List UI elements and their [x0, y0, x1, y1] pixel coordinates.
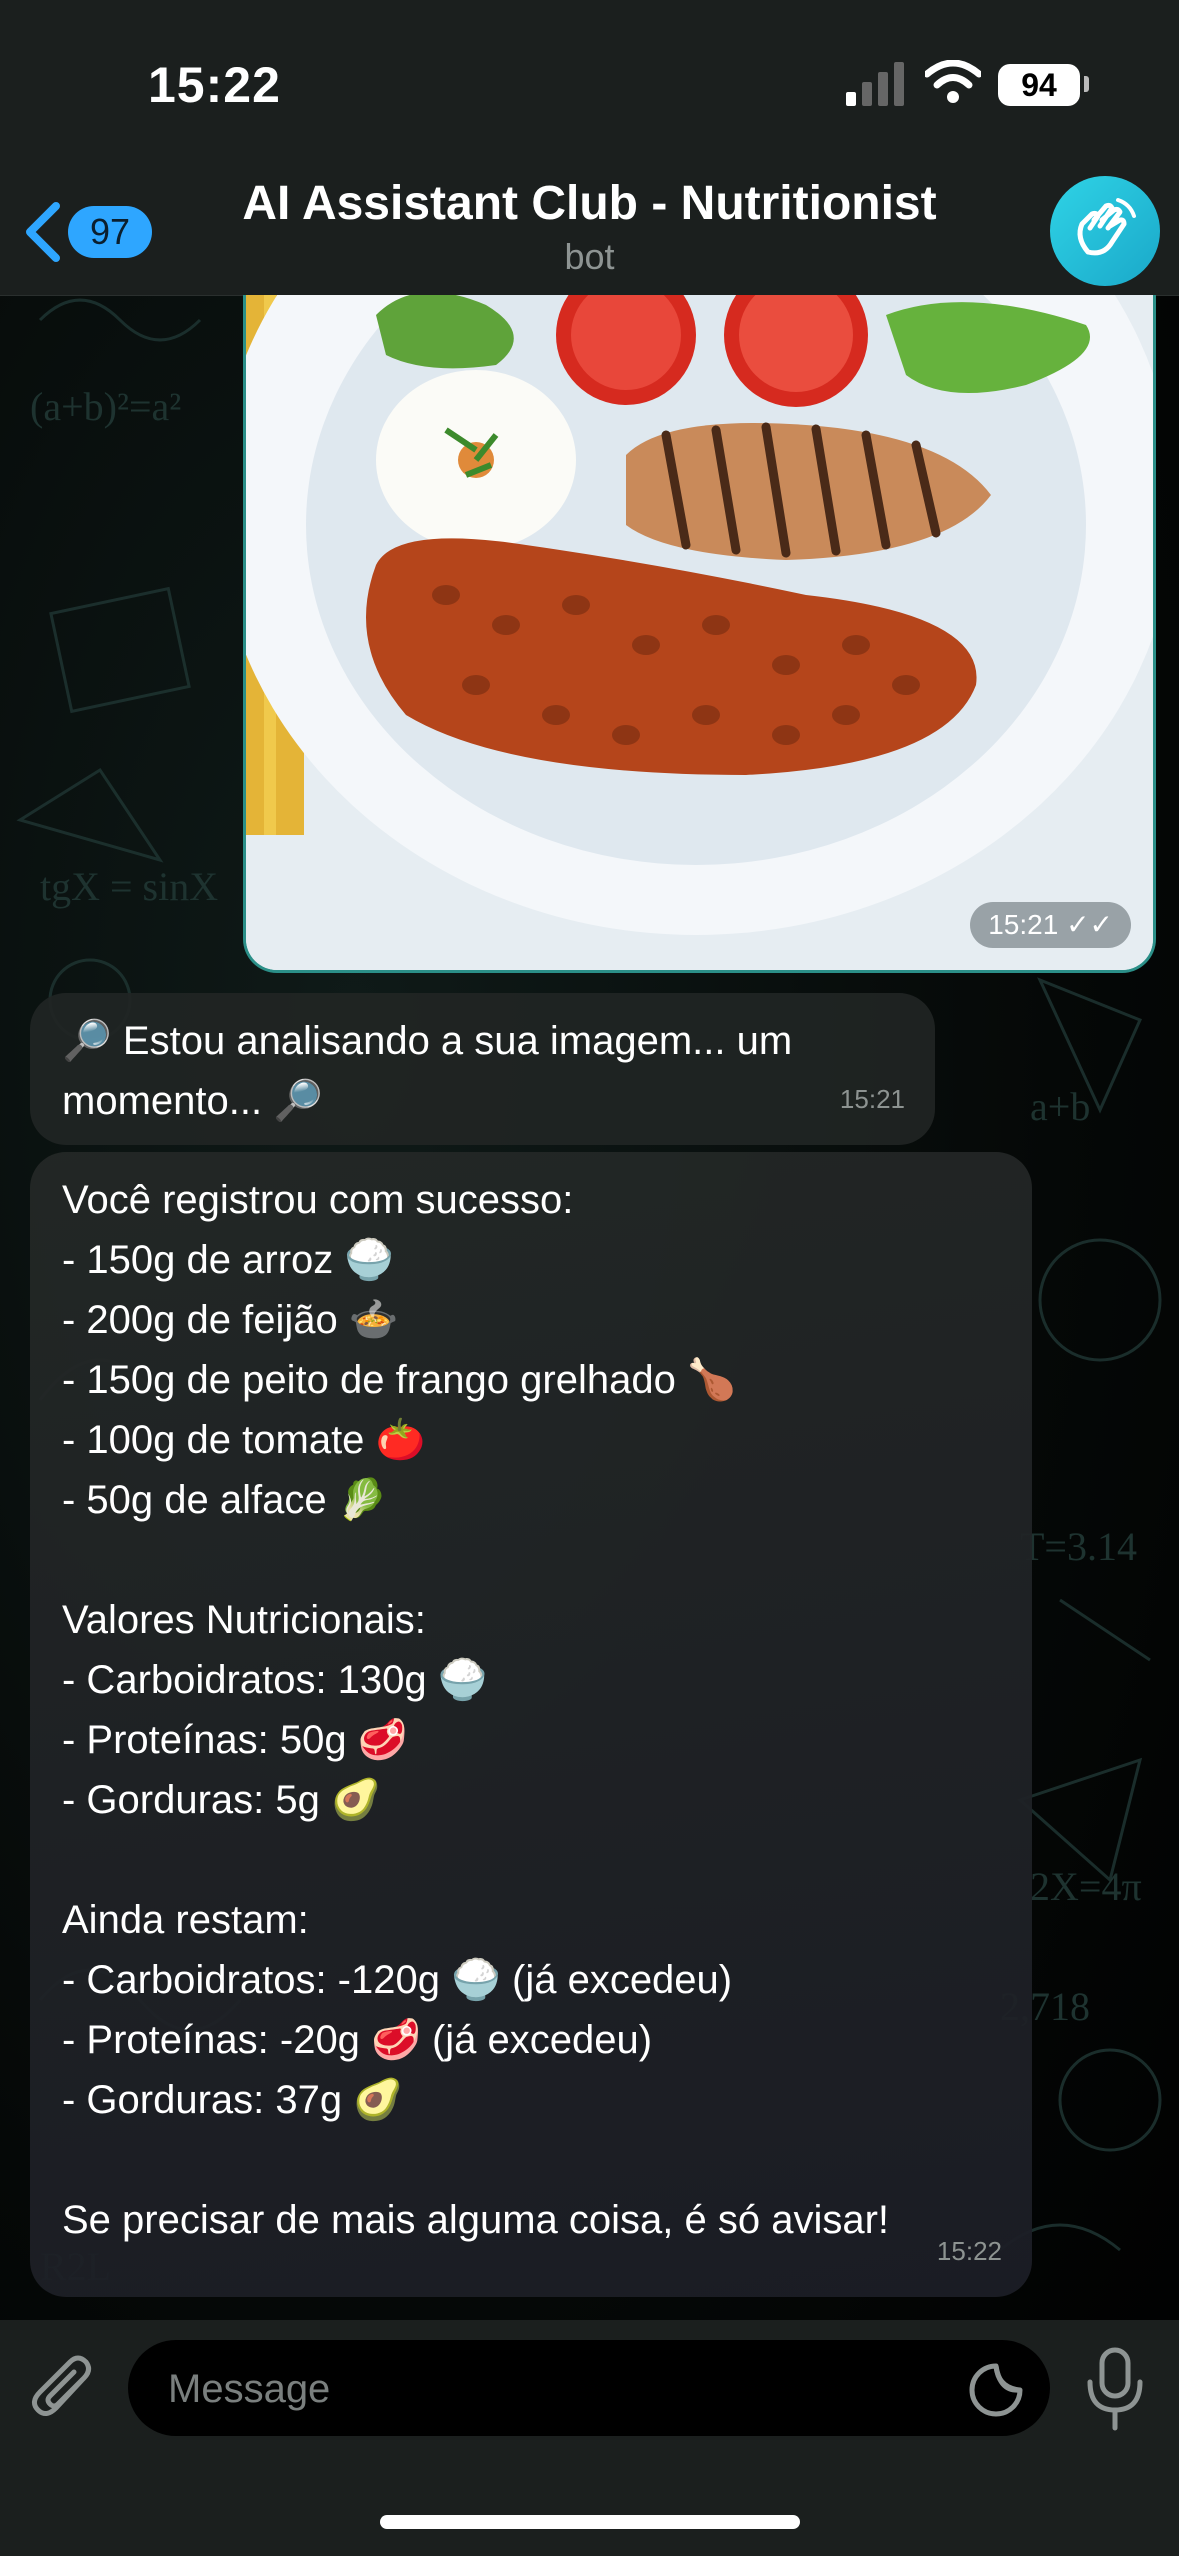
read-checks-icon: ✓✓: [1066, 909, 1113, 940]
paperclip-icon[interactable]: [30, 2350, 98, 2430]
waving-hand-icon: [1077, 198, 1136, 256]
svg-text:a+b: a+b: [1030, 1084, 1090, 1129]
bot-message-analyzing[interactable]: 🔎 Estou analisando a sua imagem... um mo…: [30, 993, 935, 1145]
message-text: 🔎 Estou analisando a sua imagem... um mo…: [62, 1019, 793, 1123]
status-time: 15:22: [148, 57, 281, 113]
home-indicator[interactable]: [380, 2515, 800, 2529]
message-field[interactable]: [128, 2340, 1050, 2438]
bot-avatar[interactable]: [1050, 176, 1160, 286]
wifi-icon: [925, 60, 981, 103]
svg-text:tgX = sinX: tgX = sinX: [40, 864, 218, 909]
bot-message-summary[interactable]: Você registrou com sucesso: - 150g de ar…: [30, 1152, 1032, 2297]
status-bar: 15:22 94: [0, 0, 1179, 170]
chat-subtitle: bot: [564, 236, 615, 277]
microphone-icon[interactable]: [1082, 2346, 1148, 2432]
sticker-icon[interactable]: [968, 2362, 1024, 2418]
chat-title[interactable]: AI Assistant Club - Nutritionist: [0, 176, 1179, 231]
svg-text:(a+b)²=a²: (a+b)²=a²: [30, 384, 181, 429]
message-time: 15:22: [936, 2236, 1002, 2266]
chat-header: 97 AI Assistant Club - Nutritionist bot: [0, 170, 1179, 296]
image-message[interactable]: 15:21 ✓✓: [243, 295, 1156, 973]
food-photo: [246, 295, 1153, 970]
image-message-time: 15:21 ✓✓: [970, 902, 1131, 948]
svg-text:T=3.14: T=3.14: [1020, 1524, 1137, 1569]
svg-text:2X=4π: 2X=4π: [1030, 1864, 1142, 1909]
cellular-signal-icon: [846, 62, 904, 106]
message-time: 15:21: [839, 1084, 905, 1114]
image-time-text: 15:21: [988, 909, 1059, 940]
message-input[interactable]: [166, 2340, 950, 2438]
battery-level: 94: [998, 64, 1080, 106]
battery-tip: [1084, 76, 1089, 92]
message-text: Você registrou com sucesso: - 150g de ar…: [62, 1178, 890, 2242]
